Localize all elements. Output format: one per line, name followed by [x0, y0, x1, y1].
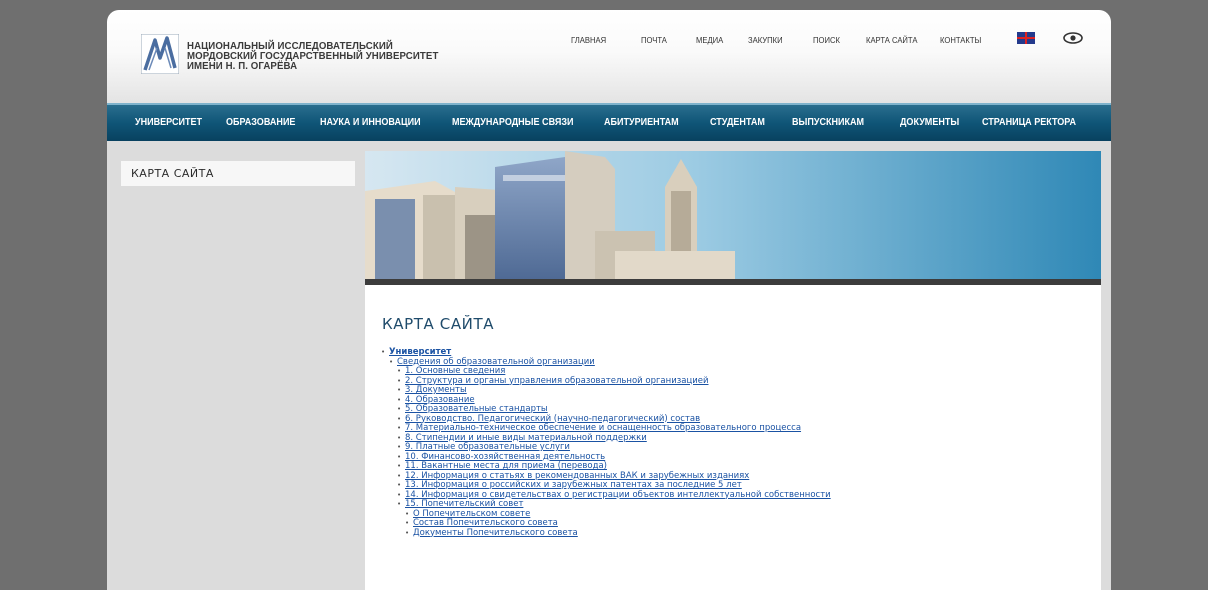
page-container: НАЦИОНАЛЬНЫЙ ИССЛЕДОВАТЕЛЬСКИЙ МОРДОВСКИ…	[107, 10, 1111, 590]
eye-icon[interactable]	[1063, 32, 1083, 44]
bullet-icon: •	[397, 481, 402, 489]
page-title: КАРТА САЙТА	[382, 315, 495, 333]
bullet-icon: •	[397, 500, 402, 508]
nav-education[interactable]: ОБРАЗОВАНИЕ	[226, 116, 295, 128]
nav-students[interactable]: СТУДЕНТАМ	[710, 116, 765, 128]
top-link-search[interactable]: ПОИСК	[813, 35, 840, 45]
bullet-icon: •	[405, 509, 410, 518]
bullet-icon: •	[397, 433, 402, 442]
main-nav: УНИВЕРСИТЕТ ОБРАЗОВАНИЕ НАУКА И ИННОВАЦИ…	[107, 103, 1111, 141]
bullet-icon: •	[397, 443, 402, 451]
nav-rector-page[interactable]: СТРАНИЦА РЕКТОРА	[982, 116, 1076, 128]
bullet-icon: •	[397, 414, 402, 423]
bullet-icon: •	[381, 348, 386, 356]
top-link-mail[interactable]: ПОЧТА	[641, 35, 667, 45]
bullet-icon: •	[397, 452, 402, 461]
bullet-icon: •	[397, 462, 402, 470]
bullet-icon: •	[397, 395, 402, 404]
bullet-icon: •	[397, 386, 402, 394]
nav-science[interactable]: НАУКА И ИННОВАЦИИ	[320, 116, 421, 128]
bullet-icon: •	[397, 405, 402, 413]
top-link-sitemap[interactable]: КАРТА САЙТА	[866, 35, 917, 45]
sidebar-heading-box: КАРТА САЙТА	[121, 161, 355, 186]
university-name-line-3: ИМЕНИ Н. П. ОГАРЁВА	[187, 60, 298, 72]
campus-banner-image	[365, 151, 1101, 285]
university-logo[interactable]	[141, 34, 179, 74]
nav-applicants[interactable]: АБИТУРИЕНТАМ	[604, 116, 679, 128]
uk-flag-icon[interactable]	[1017, 32, 1035, 44]
sitemap-link[interactable]: Документы Попечительского совета	[413, 528, 578, 539]
top-link-home[interactable]: ГЛАВНАЯ	[571, 35, 606, 45]
bullet-icon: •	[389, 357, 394, 366]
top-link-media[interactable]: МЕДИА	[696, 35, 723, 45]
bullet-icon: •	[397, 490, 402, 499]
top-link-contacts[interactable]: КОНТАКТЫ	[940, 35, 981, 45]
sidebar-title: КАРТА САЙТА	[131, 167, 214, 180]
bullet-icon: •	[397, 376, 402, 385]
bullet-icon: •	[405, 519, 410, 527]
nav-international[interactable]: МЕЖДУНАРОДНЫЕ СВЯЗИ	[452, 116, 574, 128]
university-name[interactable]: НАЦИОНАЛЬНЫЙ ИССЛЕДОВАТЕЛЬСКИЙ МОРДОВСКИ…	[187, 41, 438, 72]
site-header: НАЦИОНАЛЬНЫЙ ИССЛЕДОВАТЕЛЬСКИЙ МОРДОВСКИ…	[107, 10, 1111, 103]
top-link-purchases[interactable]: ЗАКУПКИ	[748, 35, 783, 45]
bullet-icon: •	[405, 528, 410, 537]
bullet-icon: •	[397, 424, 402, 432]
bullet-icon: •	[397, 471, 402, 480]
bullet-icon: •	[397, 367, 402, 375]
nav-graduates[interactable]: ВЫПУСКНИКАМ	[792, 116, 864, 128]
nav-university[interactable]: УНИВЕРСИТЕТ	[135, 116, 202, 128]
main-content: КАРТА САЙТА • Университет • Сведения об обр…	[365, 151, 1101, 590]
nav-documents[interactable]: ДОКУМЕНТЫ	[900, 116, 959, 128]
